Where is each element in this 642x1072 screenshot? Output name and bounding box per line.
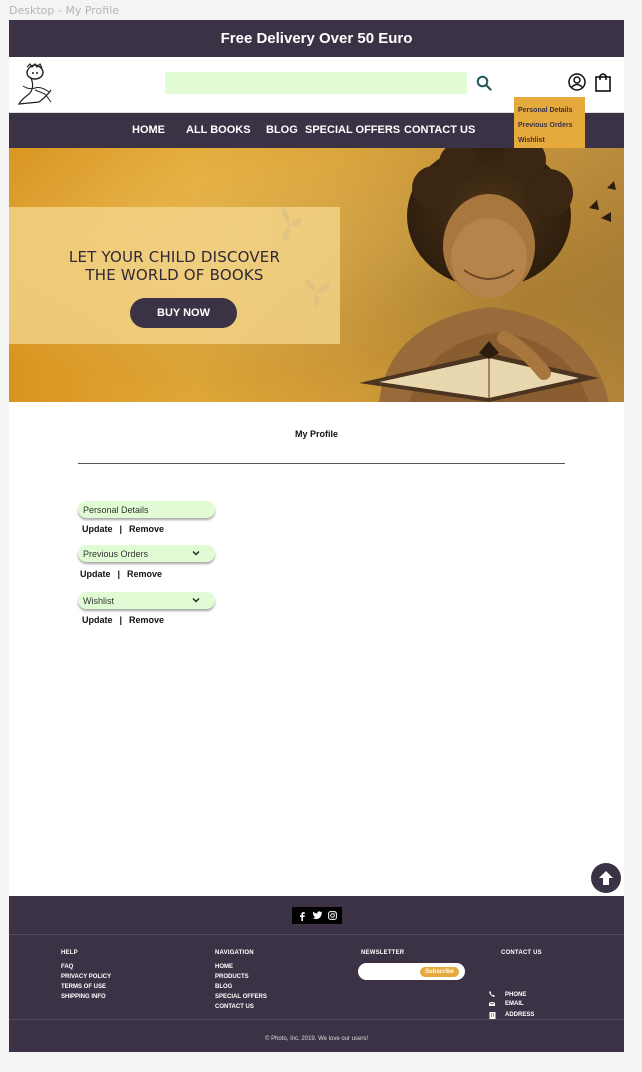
hero-headline-line-1: LET YOUR CHILD DISCOVER — [68, 248, 281, 266]
footer-contact-column: CONTACT US — [501, 950, 542, 962]
remove-link[interactable]: Remove — [129, 524, 164, 534]
section-divider — [78, 463, 565, 464]
chevron-down-icon — [192, 598, 200, 603]
phone-icon — [487, 991, 497, 998]
twitter-icon[interactable] — [311, 910, 323, 922]
separator: | — [119, 615, 123, 625]
remove-link[interactable]: Remove — [127, 569, 162, 579]
copyright-text: © Photo, Inc. 2019. We love our users! — [264, 1036, 369, 1042]
menu-item-personal-details[interactable]: Personal Details — [518, 103, 581, 118]
personal-details-actions: Update | Remove — [82, 524, 164, 534]
promo-text: Free Delivery Over 50 Euro — [220, 30, 413, 47]
footer-link-privacy-policy[interactable]: PRIVACY POLICY — [61, 972, 111, 982]
child-reading-image — [359, 148, 616, 402]
footer-link-faq[interactable]: FAQ — [61, 962, 111, 972]
accordion-label: Previous Orders — [83, 548, 149, 559]
subscribe-button[interactable]: Subscribe — [420, 967, 459, 977]
logo-illustration-icon — [17, 62, 52, 105]
footer-navigation-column: NAVIGATION HOME PRODUCTS BLOG SPECIAL OF… — [215, 950, 267, 1012]
separator: | — [117, 569, 121, 579]
contact-address[interactable]: ADDRESS — [487, 1011, 534, 1019]
footer-link-contact-us[interactable]: CONTACT US — [215, 1002, 267, 1012]
arrow-up-icon — [599, 871, 613, 885]
footer-link-products[interactable]: PRODUCTS — [215, 972, 267, 982]
chevron-down-icon — [192, 551, 200, 556]
buy-now-button[interactable]: BUY NOW — [130, 298, 237, 328]
update-link[interactable]: Update — [82, 615, 113, 625]
cart-button[interactable] — [593, 71, 613, 93]
footer-heading: CONTACT US — [501, 950, 542, 956]
footer-divider-top — [9, 934, 624, 935]
footer-link-special-offers[interactable]: SPECIAL OFFERS — [215, 992, 267, 1002]
nav-contact-us[interactable]: CONTACT US — [404, 124, 475, 136]
accordion-wishlist[interactable]: Wishlist — [78, 592, 215, 609]
contact-label: PHONE — [505, 991, 527, 998]
shopping-bag-icon — [595, 73, 611, 92]
accordion-personal-details[interactable]: Personal Details — [78, 501, 215, 518]
footer-link-shipping-info[interactable]: SHIPPING INFO — [61, 992, 111, 1002]
search-icon — [476, 75, 492, 91]
newsletter-form: Subscribe — [358, 963, 465, 980]
accordion-label: Wishlist — [83, 595, 114, 606]
update-link[interactable]: Update — [80, 569, 111, 579]
footer-heading: HELP — [61, 950, 78, 956]
search-input[interactable] — [165, 72, 467, 94]
previous-orders-actions: Update | Remove — [80, 569, 162, 579]
facebook-icon[interactable] — [296, 910, 308, 922]
footer-newsletter-column: NEWSLETTER — [361, 950, 404, 962]
instagram-icon[interactable] — [326, 910, 338, 922]
hero-banner: LET YOUR CHILD DISCOVER THE WORLD OF BOO… — [9, 148, 624, 402]
footer-link-blog[interactable]: BLOG — [215, 982, 267, 992]
contact-label: ADDRESS — [505, 1012, 535, 1018]
update-link[interactable]: Update — [82, 524, 113, 534]
page-title: My Profile — [294, 429, 338, 439]
separator: | — [119, 524, 123, 534]
footer-help-column: HELP FAQ PRIVACY POLICY TERMS OF USE SHI… — [61, 950, 111, 1002]
social-links — [292, 907, 342, 924]
nav-all-books[interactable]: ALL BOOKS — [186, 124, 251, 136]
site-footer: HELP FAQ PRIVACY POLICY TERMS OF USE SHI… — [9, 896, 624, 1052]
accordion-previous-orders[interactable]: Previous Orders — [78, 545, 215, 562]
footer-heading: NEWSLETTER — [361, 950, 405, 956]
logo[interactable] — [15, 62, 57, 108]
contact-email[interactable]: EMAIL — [487, 1001, 524, 1007]
accordion-label: Personal Details — [83, 504, 149, 515]
nav-special-offers[interactable]: SPECIAL OFFERS — [305, 124, 400, 136]
menu-item-previous-orders[interactable]: Previous Orders — [518, 118, 581, 133]
contact-label: EMAIL — [505, 1001, 524, 1007]
nav-blog[interactable]: BLOG — [266, 124, 298, 136]
footer-divider-bottom — [9, 1019, 624, 1020]
frame-label: Desktop - My Profile — [9, 4, 120, 17]
footer-link-terms-of-use[interactable]: TERMS OF USE — [61, 982, 111, 992]
remove-link[interactable]: Remove — [129, 615, 164, 625]
page-frame: Free Delivery Over 50 Euro HOME ALL BOOK… — [9, 20, 624, 1052]
scroll-to-top-button[interactable] — [591, 863, 621, 893]
account-dropdown-menu: Personal Details Previous Orders Wishlis… — [514, 97, 585, 148]
envelope-icon — [487, 1001, 497, 1007]
hero-text-panel: LET YOUR CHILD DISCOVER THE WORLD OF BOO… — [9, 207, 340, 344]
search-button[interactable] — [474, 72, 494, 94]
footer-link-home[interactable]: HOME — [215, 962, 267, 972]
promo-banner: Free Delivery Over 50 Euro — [9, 20, 624, 57]
nav-home[interactable]: HOME — [132, 124, 165, 136]
account-button[interactable] — [567, 72, 587, 92]
user-icon — [568, 73, 586, 91]
wishlist-actions: Update | Remove — [82, 615, 164, 625]
building-icon — [487, 1011, 497, 1019]
contact-phone[interactable]: PHONE — [487, 991, 526, 998]
hero-headline: LET YOUR CHILD DISCOVER THE WORLD OF BOO… — [9, 248, 340, 284]
hero-headline-line-2: THE WORLD OF BOOKS — [85, 266, 264, 284]
footer-heading: NAVIGATION — [215, 950, 254, 956]
newsletter-email-input[interactable] — [362, 965, 422, 978]
menu-item-wishlist[interactable]: Wishlist — [518, 133, 581, 148]
